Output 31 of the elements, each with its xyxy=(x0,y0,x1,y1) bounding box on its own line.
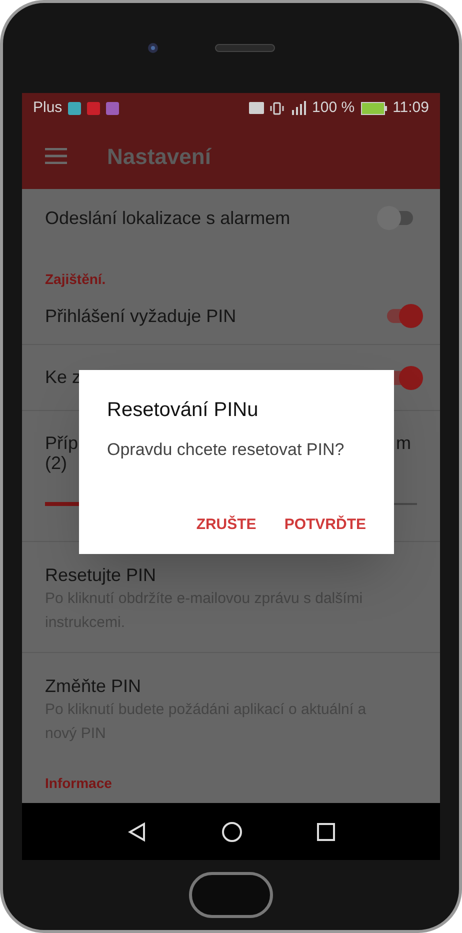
dialog-button[interactable]: POTVRĎTE xyxy=(284,510,366,540)
setting-label: m xyxy=(396,433,411,453)
clock-time: 11:09 xyxy=(392,98,429,118)
screen-title: Nastavení xyxy=(107,142,211,170)
back-icon[interactable] xyxy=(127,822,147,842)
battery-percentage: 100 % xyxy=(312,98,355,118)
home-button[interactable] xyxy=(189,872,273,918)
section-header: Zajištění. xyxy=(45,271,106,287)
carrier-name: Plus xyxy=(33,98,62,118)
speaker-grille xyxy=(215,44,275,52)
vibrate-icon xyxy=(270,102,284,114)
dialog-title: Resetování PINu xyxy=(107,398,260,423)
setting-label: Příp xyxy=(45,433,78,453)
setting-label: Změňte PIN xyxy=(45,675,142,697)
app-notification-icon xyxy=(68,102,82,114)
section-header: Informace xyxy=(45,775,112,791)
battery-charging-icon xyxy=(360,102,387,114)
home-icon[interactable] xyxy=(221,820,243,842)
app-notification-icon xyxy=(87,102,100,114)
recents-icon[interactable] xyxy=(317,822,335,840)
menu-icon[interactable] xyxy=(45,148,67,164)
app-notification-icon xyxy=(106,102,120,114)
signal-icon xyxy=(290,101,306,115)
setting-label: (2) xyxy=(45,453,67,473)
setting-label: Resetujte PIN xyxy=(45,564,156,586)
setting-label: Odeslání lokalizace s alarmem xyxy=(45,206,290,230)
dialog-button[interactable]: ZRUŠTE xyxy=(196,510,256,540)
camera-icon xyxy=(147,42,159,54)
dialog-message: Opravdu chcete resetovat PIN? xyxy=(107,439,346,461)
setting-label: Přihlášení vyžaduje PIN xyxy=(45,304,236,328)
nfc-icon xyxy=(249,102,264,114)
